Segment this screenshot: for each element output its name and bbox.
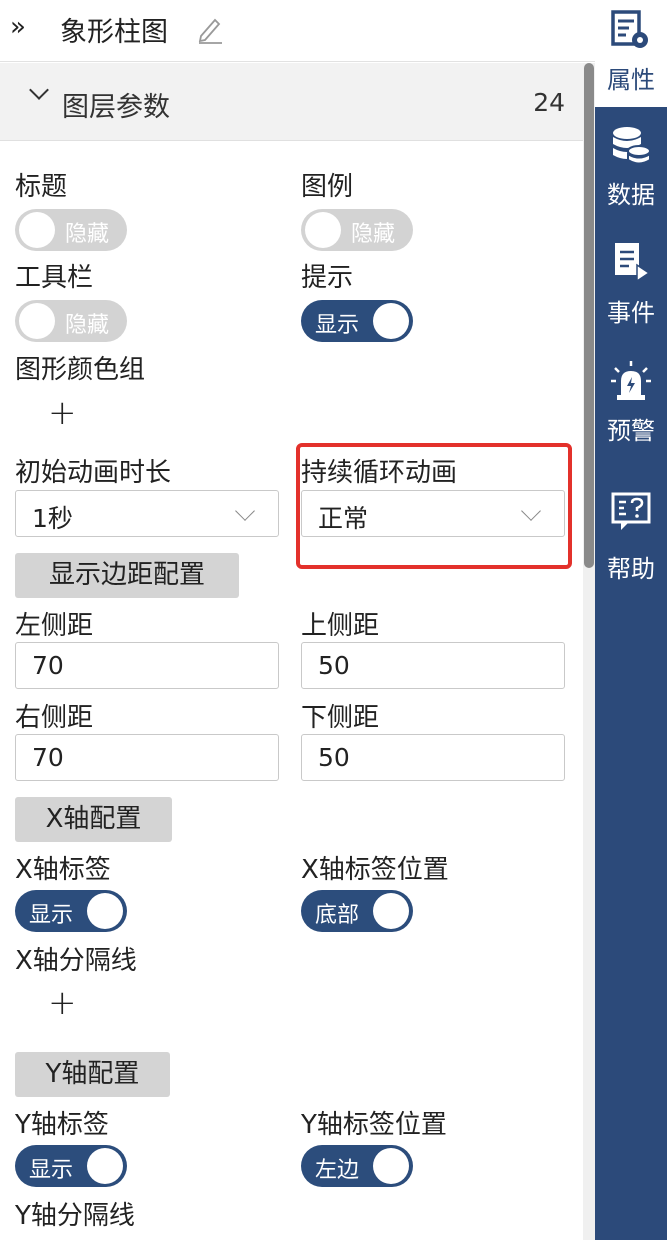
toggle-knob bbox=[87, 1148, 123, 1184]
sidebar-label: 数据 bbox=[607, 181, 655, 209]
toggle-text: 隐藏 bbox=[65, 313, 110, 338]
toggle-knob bbox=[373, 303, 409, 339]
yaxis-pos-toggle[interactable]: 左边 bbox=[301, 1145, 413, 1187]
top-margin-label: 上侧距 bbox=[301, 611, 380, 641]
add-xaxis-split-icon[interactable]: + bbox=[48, 986, 77, 1020]
toggle-knob bbox=[19, 212, 55, 248]
yaxis-label-toggle[interactable]: 显示 bbox=[15, 1145, 127, 1187]
toggle-knob bbox=[19, 303, 55, 339]
yaxis-split-label: Y轴分隔线 bbox=[15, 1201, 135, 1231]
top-margin-input[interactable]: 50 bbox=[301, 642, 565, 689]
chevron-down-icon bbox=[29, 80, 52, 107]
input-value: 70 bbox=[32, 651, 64, 680]
alarm-icon bbox=[611, 361, 651, 400]
xaxis-pos-toggle[interactable]: 底部 bbox=[301, 890, 413, 932]
toggle-text: 隐藏 bbox=[65, 222, 110, 247]
sidebar-item-alerts[interactable]: 预警 bbox=[595, 355, 667, 455]
input-value: 70 bbox=[32, 743, 64, 772]
layer-params-label: 图层参数 bbox=[62, 92, 170, 123]
left-margin-label: 左侧距 bbox=[15, 611, 94, 641]
toggle-text: 左边 bbox=[315, 1158, 360, 1183]
init-anim-label: 初始动画时长 bbox=[15, 458, 172, 488]
add-color-icon[interactable]: + bbox=[48, 396, 77, 430]
xaxis-label-toggle[interactable]: 显示 bbox=[15, 890, 127, 932]
xaxis-split-label: X轴分隔线 bbox=[15, 946, 137, 976]
header: » 象形柱图 bbox=[0, 0, 595, 62]
sidebar-label: 预警 bbox=[607, 417, 655, 445]
sidebar-label: 属性 bbox=[607, 66, 655, 94]
yaxis-label-label: Y轴标签 bbox=[15, 1110, 109, 1140]
xaxis-config-button[interactable]: X轴配置 bbox=[15, 797, 172, 842]
sidebar-item-properties[interactable]: 属性 bbox=[595, 0, 667, 107]
toggle-knob bbox=[305, 212, 341, 248]
event-icon bbox=[615, 243, 651, 283]
title-label: 标题 bbox=[15, 172, 68, 202]
yaxis-config-button[interactable]: Y轴配置 bbox=[15, 1052, 170, 1097]
properties-icon bbox=[611, 10, 648, 48]
component-title: 象形柱图 bbox=[60, 17, 168, 48]
legend-toggle[interactable]: 隐藏 bbox=[301, 209, 413, 251]
sidebar-item-help[interactable]: 帮助 bbox=[595, 488, 667, 588]
tooltip-label: 提示 bbox=[301, 263, 354, 293]
toggle-text: 显示 bbox=[29, 1158, 74, 1183]
toolbar-label: 工具栏 bbox=[15, 263, 94, 293]
toggle-knob bbox=[87, 893, 123, 929]
xaxis-label-label: X轴标签 bbox=[15, 855, 111, 885]
xaxis-pos-label: X轴标签位置 bbox=[301, 855, 449, 885]
input-value: 50 bbox=[318, 651, 350, 680]
margin-config-button[interactable]: 显示边距配置 bbox=[15, 553, 239, 598]
layer-params-count: 24 bbox=[533, 88, 565, 117]
right-margin-label: 右侧距 bbox=[15, 703, 94, 733]
edit-title-icon[interactable] bbox=[196, 12, 224, 44]
init-anim-select[interactable]: 1秒 bbox=[15, 490, 279, 537]
help-icon bbox=[611, 492, 651, 530]
bottom-margin-input[interactable]: 50 bbox=[301, 734, 565, 781]
toggle-knob bbox=[373, 893, 409, 929]
properties-panel: 图层参数 24 标题 图例 隐藏 隐藏 工具栏 提示 隐藏 显示 图形颜色组 +… bbox=[0, 63, 583, 1240]
left-margin-input[interactable]: 70 bbox=[15, 642, 279, 689]
layer-params-header[interactable]: 图层参数 24 bbox=[0, 63, 583, 141]
chevron-down-icon bbox=[235, 501, 255, 521]
toolbar-toggle[interactable]: 隐藏 bbox=[15, 300, 127, 342]
sidebar-item-events[interactable]: 事件 bbox=[595, 235, 667, 335]
select-value: 1秒 bbox=[32, 504, 73, 533]
legend-label: 图例 bbox=[301, 172, 354, 202]
scrollbar-thumb[interactable] bbox=[584, 63, 594, 568]
sidebar-label: 事件 bbox=[607, 299, 655, 327]
sidebar-item-data[interactable]: 数据 bbox=[595, 120, 667, 220]
toggle-text: 底部 bbox=[315, 903, 360, 928]
bottom-margin-label: 下侧距 bbox=[301, 703, 380, 733]
toggle-text: 显示 bbox=[29, 903, 74, 928]
input-value: 50 bbox=[318, 743, 350, 772]
database-icon bbox=[613, 127, 651, 165]
right-margin-input[interactable]: 70 bbox=[15, 734, 279, 781]
tooltip-toggle[interactable]: 显示 bbox=[301, 300, 413, 342]
highlight-box bbox=[296, 443, 572, 569]
collapse-panel-icon[interactable]: » bbox=[10, 12, 26, 42]
toggle-text: 显示 bbox=[315, 313, 360, 338]
toggle-text: 隐藏 bbox=[351, 222, 396, 247]
right-sidebar: 属性 数据 事件 预警 帮助 bbox=[595, 0, 667, 1240]
yaxis-pos-label: Y轴标签位置 bbox=[301, 1110, 447, 1140]
color-group-label: 图形颜色组 bbox=[15, 355, 146, 385]
title-toggle[interactable]: 隐藏 bbox=[15, 209, 127, 251]
sidebar-label: 帮助 bbox=[607, 555, 655, 583]
toggle-knob bbox=[373, 1148, 409, 1184]
